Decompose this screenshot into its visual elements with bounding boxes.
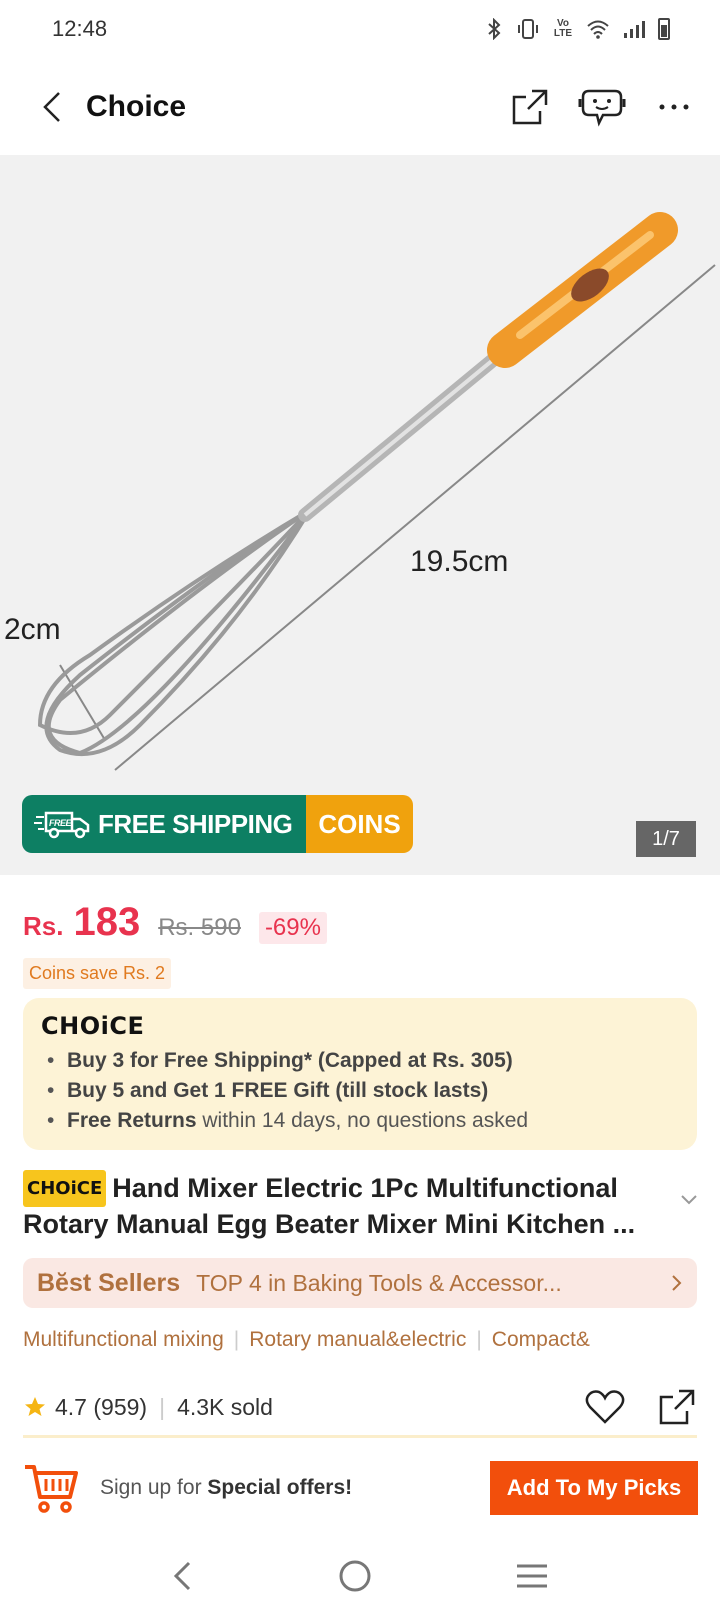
benefit-bold-text: Buy 5 and Get 1 FREE Gift (till stock la… bbox=[67, 1079, 489, 1102]
image-counter: 1/7 bbox=[636, 821, 696, 857]
share-icon bbox=[512, 89, 548, 125]
benefit-text: within 14 days, no questions asked bbox=[196, 1109, 529, 1132]
choice-logo: CHOiCE bbox=[41, 1012, 145, 1040]
review-count[interactable]: (959) bbox=[93, 1394, 147, 1421]
coins-badge: COINS bbox=[306, 795, 413, 853]
product-image-gallery[interactable]: 19.5cm 2cm FREE FREE SHIPPING COINS 1/7 bbox=[0, 155, 720, 875]
signup-banner: Sign up for Special offers! Add To My Pi… bbox=[0, 1456, 720, 1520]
benefit-bold-text: Free Returns bbox=[67, 1109, 197, 1132]
choice-benefit-item: Buy 5 and Get 1 FREE Gift (till stock la… bbox=[41, 1076, 679, 1106]
whisk-product-image bbox=[37, 212, 716, 771]
support-button[interactable] bbox=[576, 81, 628, 133]
dimension-length-label: 19.5cm bbox=[410, 545, 509, 578]
signup-prefix: Sign up for bbox=[100, 1476, 208, 1499]
dimension-width-label: 2cm bbox=[4, 613, 61, 646]
add-to-picks-button[interactable]: Add To My Picks bbox=[490, 1461, 698, 1515]
status-icons: Vo LTE bbox=[486, 18, 670, 40]
tag-divider: | bbox=[476, 1328, 482, 1351]
status-time: 12:48 bbox=[52, 16, 108, 41]
more-icon bbox=[659, 104, 689, 110]
share-button[interactable] bbox=[504, 81, 556, 133]
chevron-down-icon[interactable] bbox=[680, 1194, 698, 1206]
more-button[interactable] bbox=[648, 81, 700, 133]
feature-tags: Multifunctional mixing | Rotary manual&ele… bbox=[23, 1328, 703, 1352]
stat-divider: | bbox=[159, 1393, 166, 1420]
vibrate-icon bbox=[518, 19, 538, 39]
app-bar: Choice bbox=[0, 62, 720, 152]
rating-row: 4.7 (959) | 4.3K sold bbox=[23, 1382, 697, 1432]
nav-home-icon[interactable] bbox=[338, 1559, 372, 1593]
cart-icon bbox=[25, 1465, 78, 1513]
currency-label: Rs. bbox=[23, 911, 64, 941]
discount-badge: -69% bbox=[258, 912, 327, 944]
product-title[interactable]: CHOiCE Hand Mixer Electric 1Pc Multifunct… bbox=[23, 1170, 663, 1242]
choice-benefits-card[interactable]: CHOiCE Buy 3 for Free Shipping* (Capped … bbox=[23, 998, 697, 1150]
feature-tag[interactable]: Compact& bbox=[492, 1328, 590, 1351]
bluetooth-icon bbox=[488, 18, 501, 40]
choice-benefit-item: Buy 3 for Free Shipping* (Capped at Rs. … bbox=[41, 1046, 679, 1076]
promo-banner[interactable]: FREE FREE SHIPPING COINS bbox=[22, 795, 413, 853]
choice-badge: CHOiCE bbox=[23, 1170, 107, 1207]
free-badge-text: FREE bbox=[49, 818, 73, 828]
sold-count: 4.3K sold bbox=[177, 1393, 273, 1420]
back-button[interactable] bbox=[28, 83, 76, 131]
section-divider bbox=[23, 1435, 697, 1438]
star-icon bbox=[25, 1397, 45, 1416]
system-nav-bar bbox=[0, 1540, 720, 1612]
back-icon bbox=[43, 92, 60, 122]
benefit-bold-text: Buy 3 for Free Shipping* (Capped at Rs. … bbox=[67, 1049, 513, 1072]
nav-back-icon[interactable] bbox=[171, 1560, 195, 1592]
support-icon bbox=[578, 89, 626, 127]
tag-divider: | bbox=[233, 1328, 240, 1351]
volte-icon: Vo LTE bbox=[553, 18, 573, 39]
page-title: Choice bbox=[86, 90, 187, 123]
share-icon[interactable] bbox=[657, 1387, 697, 1427]
free-shipping-label: FREE SHIPPING bbox=[98, 808, 293, 839]
signup-text: Sign up for Special offers! bbox=[100, 1476, 490, 1500]
free-shipping-badge: FREE FREE SHIPPING bbox=[22, 795, 307, 853]
rating-value[interactable]: 4.7 bbox=[55, 1394, 87, 1421]
nav-menu-icon[interactable] bbox=[515, 1563, 549, 1589]
battery-icon bbox=[658, 18, 670, 40]
wifi-icon bbox=[587, 20, 609, 39]
original-price: Rs. 590 bbox=[158, 914, 241, 941]
signup-highlight: Special offers! bbox=[207, 1476, 353, 1499]
coins-save-badge[interactable]: Coins save Rs. 2 bbox=[23, 958, 172, 989]
signal-icon bbox=[624, 21, 645, 38]
truck-icon: FREE bbox=[34, 811, 90, 839]
bestseller-rank: TOP 4 in Baking Tools & Accessor... bbox=[196, 1269, 562, 1296]
bestseller-banner[interactable]: Bĕst Sellers TOP 4 in Baking Tools & Acc… bbox=[23, 1258, 697, 1308]
feature-tag[interactable]: Rotary manual&electric bbox=[249, 1328, 466, 1351]
chevron-right-icon bbox=[672, 1275, 682, 1291]
product-title-text: Hand Mixer Electric 1Pc Multifunctional … bbox=[23, 1173, 636, 1239]
choice-benefit-item: Free Returns within 14 days, no question… bbox=[41, 1106, 679, 1136]
status-bar: 12:48 Vo LTE bbox=[0, 0, 720, 58]
feature-tag[interactable]: Multifunctional mixing bbox=[23, 1328, 224, 1351]
product-actions bbox=[585, 1387, 697, 1427]
bestseller-label: Bĕst Sellers bbox=[37, 1268, 181, 1297]
current-price: 183 bbox=[73, 900, 141, 944]
heart-icon[interactable] bbox=[585, 1389, 625, 1425]
price-row: Rs. 183 Rs. 590 -69% bbox=[23, 900, 327, 945]
